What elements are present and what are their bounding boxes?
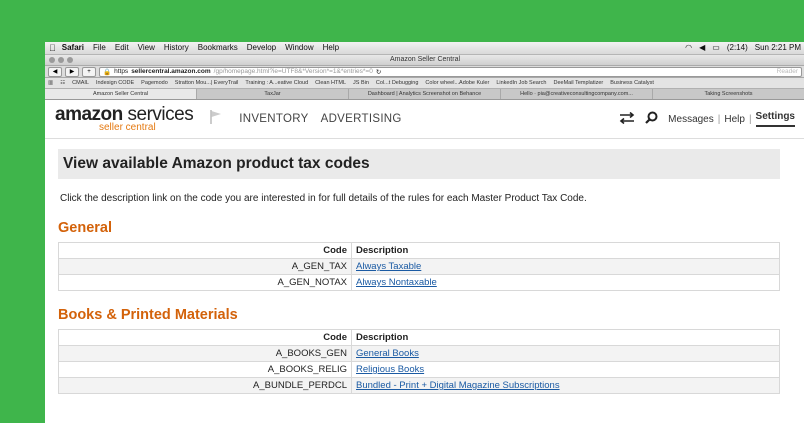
- clock[interactable]: Sun 2:21 PM: [755, 42, 801, 54]
- menu-view[interactable]: View: [138, 42, 155, 54]
- zoom-window-icon[interactable]: [67, 57, 73, 63]
- messages-link[interactable]: Messages: [668, 114, 714, 125]
- window-title: Amazon Seller Central: [389, 56, 461, 63]
- sound-icon[interactable]: ◀: [699, 42, 705, 54]
- tab-amazon-seller-central[interactable]: Amazon Seller Central: [45, 89, 197, 99]
- logo-subtitle: seller central: [99, 122, 156, 133]
- url-scheme: https: [114, 68, 129, 75]
- tax-code-table-general: Code Description A_GEN_TAX Always Taxabl…: [58, 242, 780, 291]
- menubar-status: ◠ ◀ ▭ (2:14) Sun 2:21 PM: [685, 42, 801, 54]
- bookmark-item[interactable]: Business Catalyst: [610, 80, 654, 86]
- table-row: A_GEN_NOTAX Always Nontaxable: [58, 274, 780, 291]
- reader-button[interactable]: Reader: [777, 68, 798, 75]
- minimize-window-icon[interactable]: [58, 57, 64, 63]
- table-row: A_GEN_TAX Always Taxable: [58, 258, 780, 275]
- tab-bar: Amazon Seller Central TaxJar Dashboard |…: [45, 89, 804, 100]
- switch-arrows-icon[interactable]: [619, 111, 635, 127]
- tab-hello[interactable]: Hello · pia@creativeconsultingcompany.co…: [501, 89, 653, 99]
- nav-inventory[interactable]: INVENTORY: [239, 113, 308, 125]
- settings-link[interactable]: Settings: [755, 111, 795, 127]
- tab-taking-screenshots[interactable]: Taking Screenshots: [653, 89, 804, 99]
- separator: |: [748, 113, 752, 125]
- battery-icon[interactable]: ▭: [712, 42, 720, 54]
- description-link[interactable]: Bundled - Print + Digital Magazine Subsc…: [356, 380, 560, 391]
- window-titlebar: Amazon Seller Central: [45, 55, 804, 66]
- description-link[interactable]: Always Nontaxable: [356, 277, 437, 288]
- page-title: View available Amazon product tax codes: [58, 149, 780, 179]
- tax-code: A_GEN_TAX: [58, 258, 352, 275]
- reload-icon[interactable]: ↻: [376, 68, 381, 76]
- column-header-description: Description: [351, 242, 780, 259]
- bookmark-item[interactable]: LinkedIn Job Search: [496, 80, 546, 86]
- description-link[interactable]: Always Taxable: [356, 261, 421, 272]
- nav-advertising[interactable]: ADVERTISING: [321, 113, 402, 125]
- menu-app[interactable]: Safari: [62, 42, 84, 54]
- table-row: A_BOOKS_GEN General Books: [58, 345, 780, 362]
- header-right: Messages | Help | Settings: [619, 111, 795, 127]
- main-content: View available Amazon product tax codes …: [45, 139, 804, 394]
- apple-icon[interactable]: : [49, 42, 56, 54]
- bookmark-item[interactable]: Col...t Debugging: [376, 80, 419, 86]
- close-window-icon[interactable]: [49, 57, 55, 63]
- amazon-services-logo[interactable]: amazon services seller central: [55, 105, 194, 133]
- bookmark-item[interactable]: Clean HTML: [315, 80, 346, 86]
- tab-dashboard[interactable]: Dashboard | Analytics Screenshot on Beha…: [349, 89, 501, 99]
- menu-develop[interactable]: Develop: [247, 42, 276, 54]
- menu-file[interactable]: File: [93, 42, 106, 54]
- tax-code-table-books: Code Description A_BOOKS_GEN General Boo…: [58, 329, 780, 394]
- book-icon[interactable]: ▥: [48, 80, 53, 86]
- column-header-code: Code: [58, 242, 352, 259]
- browser-screen:  Safari File Edit View History Bookmark…: [45, 42, 804, 423]
- section-heading-books: Books & Printed Materials: [58, 307, 238, 323]
- flag-icon[interactable]: [209, 109, 223, 130]
- mac-menubar:  Safari File Edit View History Bookmark…: [45, 42, 804, 55]
- wifi-icon[interactable]: ◠: [685, 42, 692, 54]
- traffic-lights: [49, 57, 73, 63]
- bookmark-item[interactable]: Indesign CODE: [96, 80, 134, 86]
- table-row: A_BUNDLE_PERDCL Bundled - Print + Digita…: [58, 377, 780, 394]
- description-link[interactable]: General Books: [356, 348, 419, 359]
- bookmark-item[interactable]: Training : A...eative Cloud: [245, 80, 308, 86]
- column-header-description: Description: [351, 329, 780, 346]
- battery-time: (2:14): [726, 43, 748, 52]
- seller-central-header: amazon services seller central INVENTORY…: [45, 100, 804, 139]
- column-header-code: Code: [58, 329, 352, 346]
- bookmark-item[interactable]: DeeMail Templatizer: [553, 80, 603, 86]
- address-bar[interactable]: 🔒 https sellercentral.amazon.com /gp/hom…: [99, 66, 802, 77]
- table-row: A_BOOKS_RELIG Religious Books: [58, 361, 780, 378]
- url-host: sellercentral.amazon.com: [131, 68, 211, 75]
- menu-window[interactable]: Window: [285, 42, 313, 54]
- bookmark-item[interactable]: CMAIL: [72, 80, 89, 86]
- tax-code: A_BOOKS_RELIG: [58, 361, 352, 378]
- menu-bookmarks[interactable]: Bookmarks: [198, 42, 238, 54]
- back-button[interactable]: ◀: [48, 66, 62, 77]
- intro-text: Click the description link on the code y…: [60, 193, 587, 204]
- menu-edit[interactable]: Edit: [115, 42, 129, 54]
- description-link[interactable]: Religious Books: [356, 364, 424, 375]
- bookmark-item[interactable]: Stratton Mou...| EveryTrail: [175, 80, 239, 86]
- section-heading-general: General: [58, 220, 112, 236]
- lock-icon: 🔒: [103, 68, 112, 76]
- search-icon[interactable]: [645, 111, 658, 127]
- tax-code: A_GEN_NOTAX: [58, 274, 352, 291]
- add-tab-button[interactable]: +: [82, 66, 96, 77]
- tax-code: A_BUNDLE_PERDCL: [58, 377, 352, 394]
- bookmark-item[interactable]: JS Bin: [353, 80, 369, 86]
- tax-code: A_BOOKS_GEN: [58, 345, 352, 362]
- bookmarks-bar: ▥ ☷ CMAIL Indesign CODE Pagemodo Stratto…: [45, 78, 804, 89]
- menu-history[interactable]: History: [164, 42, 189, 54]
- help-link[interactable]: Help: [724, 114, 745, 125]
- url-path: /gp/homepage.html?ie=UTF8&*Version*=1&*e…: [213, 68, 373, 75]
- grid-icon[interactable]: ☷: [60, 80, 65, 86]
- forward-button[interactable]: ▶: [65, 66, 79, 77]
- browser-toolbar: ◀ ▶ + 🔒 https sellercentral.amazon.com /…: [45, 66, 804, 78]
- menu-help[interactable]: Help: [323, 42, 339, 54]
- tab-taxjar[interactable]: TaxJar: [197, 89, 349, 99]
- bookmark-item[interactable]: Pagemodo: [141, 80, 168, 86]
- bookmark-item[interactable]: Color wheel...Adobe Kuler: [425, 80, 489, 86]
- separator: |: [717, 113, 721, 125]
